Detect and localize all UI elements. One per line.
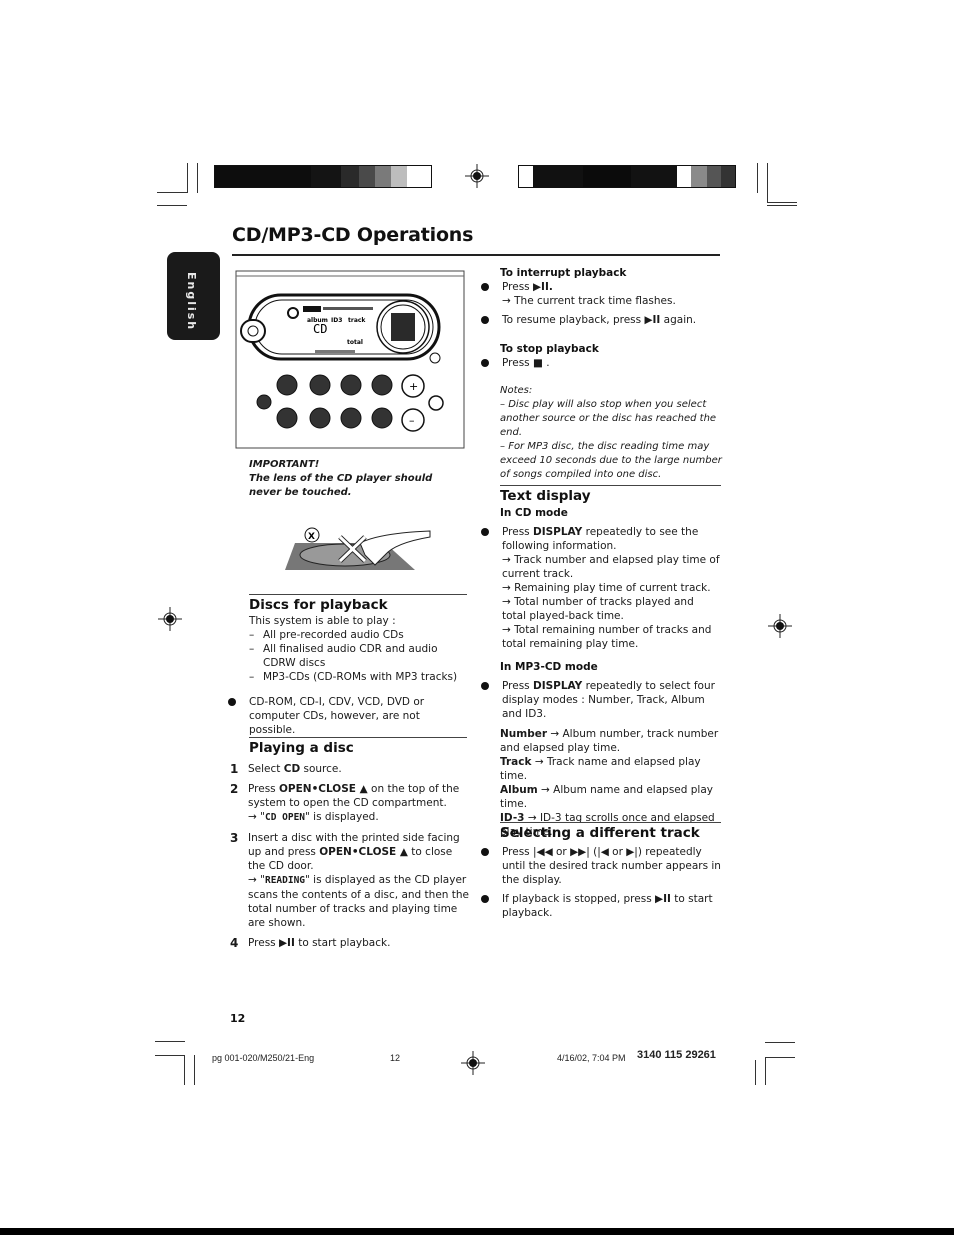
registration-mark-left bbox=[158, 607, 182, 631]
crop-mark bbox=[155, 1041, 185, 1042]
language-tab: English bbox=[167, 252, 220, 340]
note-item: – For MP3 disc, the disc reading time ma… bbox=[500, 441, 722, 480]
footer-page: 12 bbox=[390, 1053, 401, 1063]
crop-mark bbox=[767, 205, 797, 206]
crop-mark bbox=[155, 1055, 185, 1056]
crop-mark bbox=[187, 163, 188, 193]
section-divider bbox=[249, 594, 467, 595]
mode-item: Number → Album number, track number and … bbox=[500, 728, 719, 754]
color-calibration-bar-left bbox=[214, 165, 432, 188]
crop-mark bbox=[157, 205, 187, 206]
footer-code: 3140 115 29261 bbox=[637, 1049, 716, 1061]
registration-mark-bottom bbox=[461, 1051, 485, 1075]
crop-mark bbox=[184, 1055, 185, 1085]
play-pause-icon: ▶II bbox=[644, 314, 661, 326]
svg-text:+: + bbox=[409, 380, 418, 393]
result-item: → Total remaining number of tracks and t… bbox=[502, 624, 712, 650]
interrupt-section: To interrupt playback Press ▶II. → The c… bbox=[481, 266, 721, 327]
notes-section: Notes: – Disc play will also stop when y… bbox=[500, 384, 722, 482]
bullet-icon bbox=[228, 698, 236, 706]
crop-mark bbox=[157, 192, 187, 193]
section-divider bbox=[500, 822, 721, 823]
crop-mark bbox=[765, 1057, 766, 1085]
play-pause-icon: ▶II. bbox=[532, 281, 553, 293]
display-label-id3: ID3 bbox=[331, 317, 342, 324]
registration-mark-top bbox=[465, 164, 489, 188]
bullet-icon bbox=[481, 848, 489, 856]
cd-mode-heading: In CD mode bbox=[500, 507, 568, 519]
section-divider bbox=[249, 737, 467, 738]
crop-mark bbox=[765, 1042, 795, 1043]
scan-border bbox=[0, 1228, 954, 1235]
step: 4 Press ▶II to start playback. bbox=[230, 936, 391, 950]
bullet-icon bbox=[481, 895, 489, 903]
text-display-heading: Text display bbox=[500, 488, 591, 504]
figure-mark-x: X bbox=[308, 532, 315, 542]
page-number: 12 bbox=[230, 1012, 246, 1025]
page-title: CD/MP3-CD Operations bbox=[232, 224, 474, 246]
stop-heading: To stop playback bbox=[500, 343, 599, 355]
crop-mark bbox=[765, 1057, 795, 1058]
section-divider bbox=[500, 485, 721, 486]
playing-heading: Playing a disc bbox=[249, 740, 354, 756]
bullet-icon bbox=[481, 682, 489, 690]
important-label: IMPORTANT! bbox=[249, 459, 320, 470]
play-pause-icon: ▶II bbox=[655, 893, 671, 905]
mp3-mode-heading: In MP3-CD mode bbox=[500, 661, 598, 673]
crop-mark bbox=[767, 202, 797, 203]
selecting-heading: Selecting a different track bbox=[500, 825, 700, 841]
bullet-icon bbox=[481, 359, 489, 367]
bullet-icon bbox=[481, 316, 489, 324]
cd-lens-warning-illustration: X bbox=[285, 527, 431, 570]
note-item: – Disc play will also stop when you sele… bbox=[500, 399, 717, 438]
disc-item: – MP3-CDs (CD-ROMs with MP3 tracks) bbox=[249, 671, 458, 683]
crop-mark bbox=[767, 163, 768, 203]
color-calibration-bar-right bbox=[518, 165, 736, 188]
title-divider bbox=[232, 254, 720, 256]
bullet-icon bbox=[481, 528, 489, 536]
device-front-panel-illustration: album ID3 track CD total + – bbox=[235, 270, 465, 449]
discs-intro: This system is able to play : bbox=[249, 615, 396, 627]
crop-mark bbox=[197, 163, 198, 193]
discs-not-supported: CD-ROM, CD-I, CDV, VCD, DVD or computer … bbox=[228, 695, 468, 737]
mode-item: Album → Album name and elapsed play time… bbox=[500, 784, 713, 810]
step: 3 Insert a disc with the printed side fa… bbox=[230, 831, 469, 929]
playing-section: Playing a disc bbox=[249, 737, 467, 755]
discs-heading: Discs for playback bbox=[249, 597, 388, 613]
svg-text:–: – bbox=[409, 414, 415, 427]
bullet-icon bbox=[481, 283, 489, 291]
text-display-section: Text display In CD mode Press DISPLAY re… bbox=[481, 485, 721, 839]
crop-mark bbox=[194, 1055, 195, 1085]
registration-mark-right bbox=[768, 614, 792, 638]
step: 2 Press OPEN•CLOSE ▲ on the top of the s… bbox=[230, 782, 460, 823]
footer-datetime: 4/16/02, 7:04 PM bbox=[557, 1053, 626, 1063]
mode-item: Track → Track name and elapsed play time… bbox=[500, 756, 701, 782]
important-section: IMPORTANT! The lens of the CD player sho… bbox=[249, 458, 464, 500]
discs-section: Discs for playback This system is able t… bbox=[249, 594, 467, 684]
important-text: The lens of the CD player should never b… bbox=[249, 473, 433, 498]
result-item: → Total number of tracks played and tota… bbox=[502, 596, 694, 622]
playing-steps: 1 Select CD source. 2 Press OPEN•CLOSE ▲… bbox=[230, 762, 470, 950]
notes-label: Notes: bbox=[500, 385, 533, 396]
language-tab-label: English bbox=[185, 272, 198, 332]
result-item: → Remaining play time of current track. bbox=[502, 582, 711, 594]
result-item: → Track number and elapsed play time of … bbox=[502, 554, 720, 580]
step: 1 Select CD source. bbox=[230, 762, 342, 776]
selecting-section: Selecting a different track Press |◀◀ or… bbox=[481, 822, 721, 920]
disc-item: – All pre-recorded audio CDs bbox=[249, 629, 404, 641]
stop-section: To stop playback Press ■ . bbox=[481, 342, 721, 370]
stop-icon: ■ bbox=[532, 357, 543, 369]
footer-file-name: pg 001-020/M250/21-Eng bbox=[212, 1053, 315, 1063]
crop-mark bbox=[757, 163, 758, 193]
interrupt-heading: To interrupt playback bbox=[500, 267, 627, 279]
crop-mark bbox=[755, 1060, 756, 1085]
disc-item: – All finalised audio CDR and audio CDRW … bbox=[249, 643, 438, 669]
display-label-total: total bbox=[347, 339, 363, 346]
display-label-track: track bbox=[348, 317, 366, 324]
display-readout: CD bbox=[313, 322, 327, 336]
